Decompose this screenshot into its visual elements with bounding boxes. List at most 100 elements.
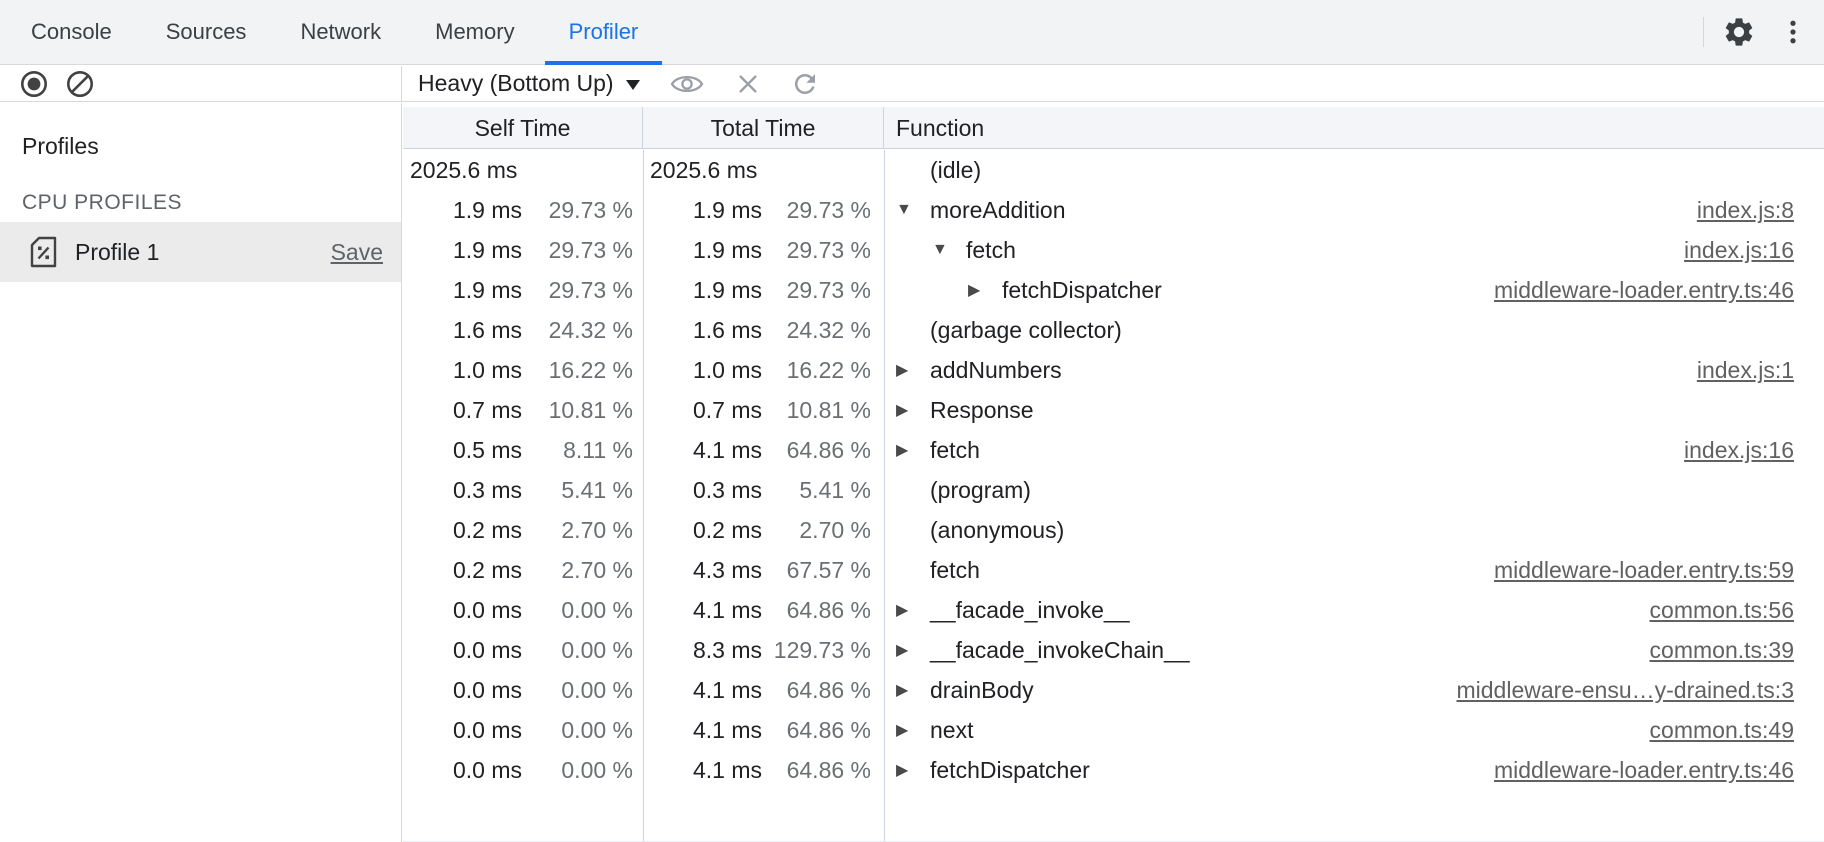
profiles-sidebar: Profiles CPU PROFILES Profile 1 Save	[0, 103, 402, 842]
table-row[interactable]: 1.6 ms 24.32 % 1.6 ms 24.32 % (garbage c…	[403, 310, 1824, 350]
expand-arrow-icon[interactable]: ▶	[896, 400, 930, 420]
total-time-percent: 29.73 %	[762, 197, 871, 224]
exclude-x-icon[interactable]	[734, 70, 762, 98]
view-mode-dropdown[interactable]: Heavy (Bottom Up)	[418, 70, 640, 97]
column-header-function[interactable]: Function	[884, 107, 1824, 148]
tab-strip: ConsoleSourcesNetworkMemoryProfiler	[4, 0, 665, 64]
table-row[interactable]: 1.9 ms 29.73 % 1.9 ms 29.73 % ▼ moreAddi…	[403, 190, 1824, 230]
self-time-percent: 10.81 %	[522, 397, 633, 424]
source-location-link[interactable]: index.js:8	[1697, 197, 1794, 224]
self-time-percent: 0.00 %	[522, 757, 633, 784]
column-header-total-time[interactable]: Total Time	[643, 107, 884, 148]
column-header-self-time[interactable]: Self Time	[403, 107, 643, 148]
total-time-percent: 64.86 %	[762, 717, 871, 744]
restore-refresh-icon[interactable]	[790, 69, 820, 99]
total-time-percent: 2.70 %	[762, 517, 871, 544]
sidebar-item-profile[interactable]: Profile 1 Save	[0, 222, 401, 282]
clear-icon[interactable]	[65, 69, 95, 99]
table-row[interactable]: 1.9 ms 29.73 % 1.9 ms 29.73 % ▼ fetch in…	[403, 230, 1824, 270]
total-time-percent: 5.41 %	[762, 477, 871, 504]
table-row[interactable]: 0.0 ms 0.00 % 4.1 ms 64.86 % ▶ drainBody…	[403, 670, 1824, 710]
source-location-link[interactable]: middleware-ensu…y-drained.ts:3	[1457, 677, 1795, 704]
self-time-percent: 2.70 %	[522, 517, 633, 544]
total-time-percent: 10.81 %	[762, 397, 871, 424]
save-profile-link[interactable]: Save	[331, 239, 383, 266]
expand-arrow-icon[interactable]: ▶	[968, 280, 1002, 300]
focus-eye-icon[interactable]	[668, 70, 706, 98]
source-location-link[interactable]: index.js:16	[1684, 437, 1794, 464]
expand-arrow-icon[interactable]: ▶	[896, 600, 930, 620]
table-row[interactable]: 0.7 ms 10.81 % 0.7 ms 10.81 % ▶ Response	[403, 390, 1824, 430]
total-time-percent: 64.86 %	[762, 597, 871, 624]
source-location-link[interactable]: common.ts:56	[1650, 597, 1794, 624]
expand-arrow-icon[interactable]: ▶	[896, 440, 930, 460]
tab-profiler[interactable]: Profiler	[542, 0, 666, 64]
total-time-cell: 4.1 ms 64.86 %	[643, 597, 884, 624]
function-name: addNumbers	[930, 357, 1062, 384]
record-icon[interactable]	[19, 69, 49, 99]
expand-arrow-icon[interactable]: ▶	[896, 680, 930, 700]
table-row[interactable]: 0.5 ms 8.11 % 4.1 ms 64.86 % ▶ fetch ind…	[403, 430, 1824, 470]
function-name: fetchDispatcher	[1002, 277, 1162, 304]
table-row[interactable]: 0.0 ms 0.00 % 4.1 ms 64.86 % ▶ fetchDisp…	[403, 750, 1824, 790]
self-time-ms: 2025.6 ms	[410, 157, 633, 184]
total-time-ms: 8.3 ms	[650, 637, 762, 664]
total-time-percent: 64.86 %	[762, 677, 871, 704]
tab-console[interactable]: Console	[4, 0, 139, 64]
total-time-cell: 4.3 ms 67.57 %	[643, 557, 884, 584]
source-location-link[interactable]: middleware-loader.entry.ts:46	[1494, 277, 1794, 304]
expand-arrow-icon[interactable]: ▶	[896, 760, 930, 780]
function-name: (idle)	[930, 157, 981, 184]
table-row[interactable]: 2025.6 ms 2025.6 ms (idle)	[403, 150, 1824, 190]
self-time-ms: 0.0 ms	[410, 757, 522, 784]
total-time-percent: 67.57 %	[762, 557, 871, 584]
table-row[interactable]: 0.0 ms 0.00 % 4.1 ms 64.86 % ▶ __facade_…	[403, 590, 1824, 630]
tab-sources[interactable]: Sources	[139, 0, 274, 64]
table-row[interactable]: 1.0 ms 16.22 % 1.0 ms 16.22 % ▶ addNumbe…	[403, 350, 1824, 390]
total-time-cell: 1.9 ms 29.73 %	[643, 237, 884, 264]
table-row[interactable]: 0.2 ms 2.70 % 4.3 ms 67.57 % fetch middl…	[403, 550, 1824, 590]
tab-network[interactable]: Network	[273, 0, 408, 64]
function-cell: ▶ fetch index.js:16	[884, 437, 1824, 464]
source-location-link[interactable]: index.js:16	[1684, 237, 1794, 264]
table-row[interactable]: 0.0 ms 0.00 % 8.3 ms 129.73 % ▶ __facade…	[403, 630, 1824, 670]
function-cell: ▶ next common.ts:49	[884, 717, 1824, 744]
source-location-link[interactable]: common.ts:39	[1650, 637, 1794, 664]
total-time-ms: 4.1 ms	[650, 717, 762, 744]
self-time-ms: 1.0 ms	[410, 357, 522, 384]
devtools-profiler-panel: ConsoleSourcesNetworkMemoryProfiler Heav…	[0, 0, 1824, 842]
self-time-percent: 0.00 %	[522, 717, 633, 744]
source-location-link[interactable]: common.ts:49	[1650, 717, 1794, 744]
settings-gear-icon[interactable]	[1722, 15, 1756, 49]
expand-arrow-icon[interactable]: ▼	[896, 201, 930, 219]
self-time-cell: 0.0 ms 0.00 %	[403, 637, 643, 664]
expand-arrow-icon[interactable]: ▼	[932, 241, 966, 259]
self-time-cell: 0.3 ms 5.41 %	[403, 477, 643, 504]
total-time-percent: 29.73 %	[762, 237, 871, 264]
function-cell: (garbage collector)	[884, 317, 1824, 344]
expand-arrow-icon[interactable]: ▶	[896, 640, 930, 660]
expand-arrow-icon[interactable]: ▶	[896, 360, 930, 380]
total-time-ms: 0.3 ms	[650, 477, 762, 504]
cpu-profiles-section-title: CPU PROFILES	[22, 191, 182, 215]
table-row[interactable]: 0.2 ms 2.70 % 0.2 ms 2.70 % (anonymous)	[403, 510, 1824, 550]
total-time-ms: 4.1 ms	[650, 437, 762, 464]
total-time-cell: 4.1 ms 64.86 %	[643, 757, 884, 784]
profiler-toolbar: Heavy (Bottom Up)	[0, 66, 1824, 102]
self-time-percent: 0.00 %	[522, 637, 633, 664]
function-name: next	[930, 717, 973, 744]
self-time-percent: 29.73 %	[522, 277, 633, 304]
source-location-link[interactable]: index.js:1	[1697, 357, 1794, 384]
function-cell: ▶ __facade_invoke__ common.ts:56	[884, 597, 1824, 624]
table-row[interactable]: 0.3 ms 5.41 % 0.3 ms 5.41 % (program)	[403, 470, 1824, 510]
function-name: fetch	[930, 557, 980, 584]
table-row[interactable]: 1.9 ms 29.73 % 1.9 ms 29.73 % ▶ fetchDis…	[403, 270, 1824, 310]
tab-memory[interactable]: Memory	[408, 0, 541, 64]
expand-arrow-icon[interactable]: ▶	[896, 720, 930, 740]
table-row[interactable]: 0.0 ms 0.00 % 4.1 ms 64.86 % ▶ next comm…	[403, 710, 1824, 750]
source-location-link[interactable]: middleware-loader.entry.ts:46	[1494, 757, 1794, 784]
function-cell: fetch middleware-loader.entry.ts:59	[884, 557, 1824, 584]
source-location-link[interactable]: middleware-loader.entry.ts:59	[1494, 557, 1794, 584]
more-kebab-icon[interactable]	[1778, 17, 1808, 47]
total-time-ms: 1.6 ms	[650, 317, 762, 344]
